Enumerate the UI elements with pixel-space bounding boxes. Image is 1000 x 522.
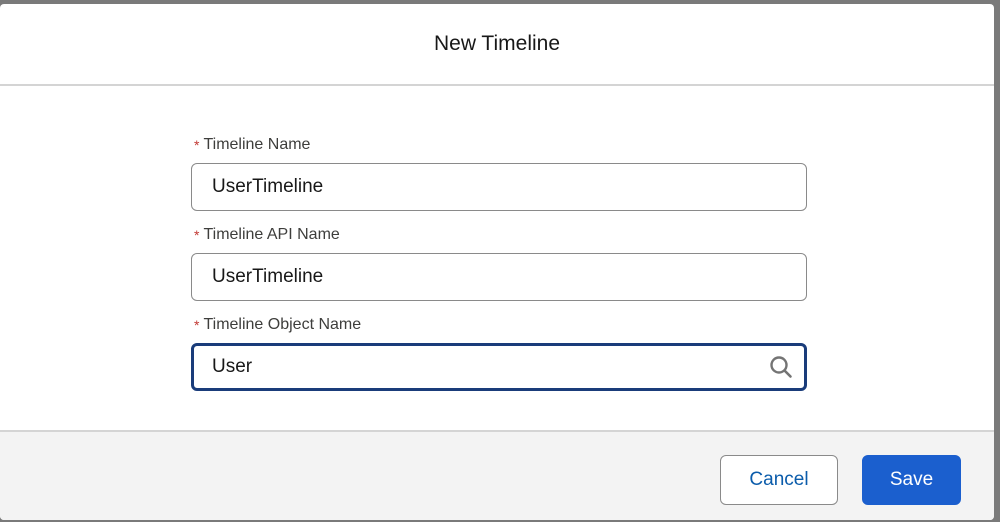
timeline-object-name-input[interactable]: User: [191, 343, 807, 391]
timeline-name-field: * Timeline Name UserTimeline: [191, 134, 807, 211]
timeline-name-label: * Timeline Name: [191, 134, 807, 156]
timeline-name-value: UserTimeline: [212, 176, 324, 197]
timeline-api-name-input[interactable]: UserTimeline: [191, 253, 807, 301]
timeline-object-name-value: User: [212, 356, 253, 377]
timeline-api-name-value: UserTimeline: [212, 266, 324, 287]
required-marker: *: [194, 137, 200, 153]
timeline-api-name-label: * Timeline API Name: [191, 224, 807, 246]
modal-title: New Timeline: [433, 32, 561, 55]
modal-header: New Timeline: [0, 4, 994, 86]
required-marker: *: [194, 227, 200, 243]
timeline-object-name-field: * Timeline Object Name User: [191, 314, 807, 391]
cancel-button[interactable]: Cancel: [720, 455, 838, 505]
modal-footer: Cancel Save: [0, 430, 994, 520]
new-timeline-modal: New Timeline * Timeline Name UserTimelin…: [0, 4, 994, 520]
save-button[interactable]: Save: [862, 455, 961, 505]
timeline-object-name-label: * Timeline Object Name: [191, 314, 807, 336]
modal-body: * Timeline Name UserTimeline * Timeline …: [0, 86, 994, 430]
timeline-name-input[interactable]: UserTimeline: [191, 163, 807, 211]
timeline-name-label-text: Timeline Name: [203, 136, 311, 153]
search-icon[interactable]: [768, 354, 794, 380]
timeline-object-name-label-text: Timeline Object Name: [203, 316, 362, 333]
timeline-api-name-field: * Timeline API Name UserTimeline: [191, 224, 807, 301]
timeline-api-name-label-text: Timeline API Name: [203, 226, 340, 243]
required-marker: *: [194, 317, 200, 333]
